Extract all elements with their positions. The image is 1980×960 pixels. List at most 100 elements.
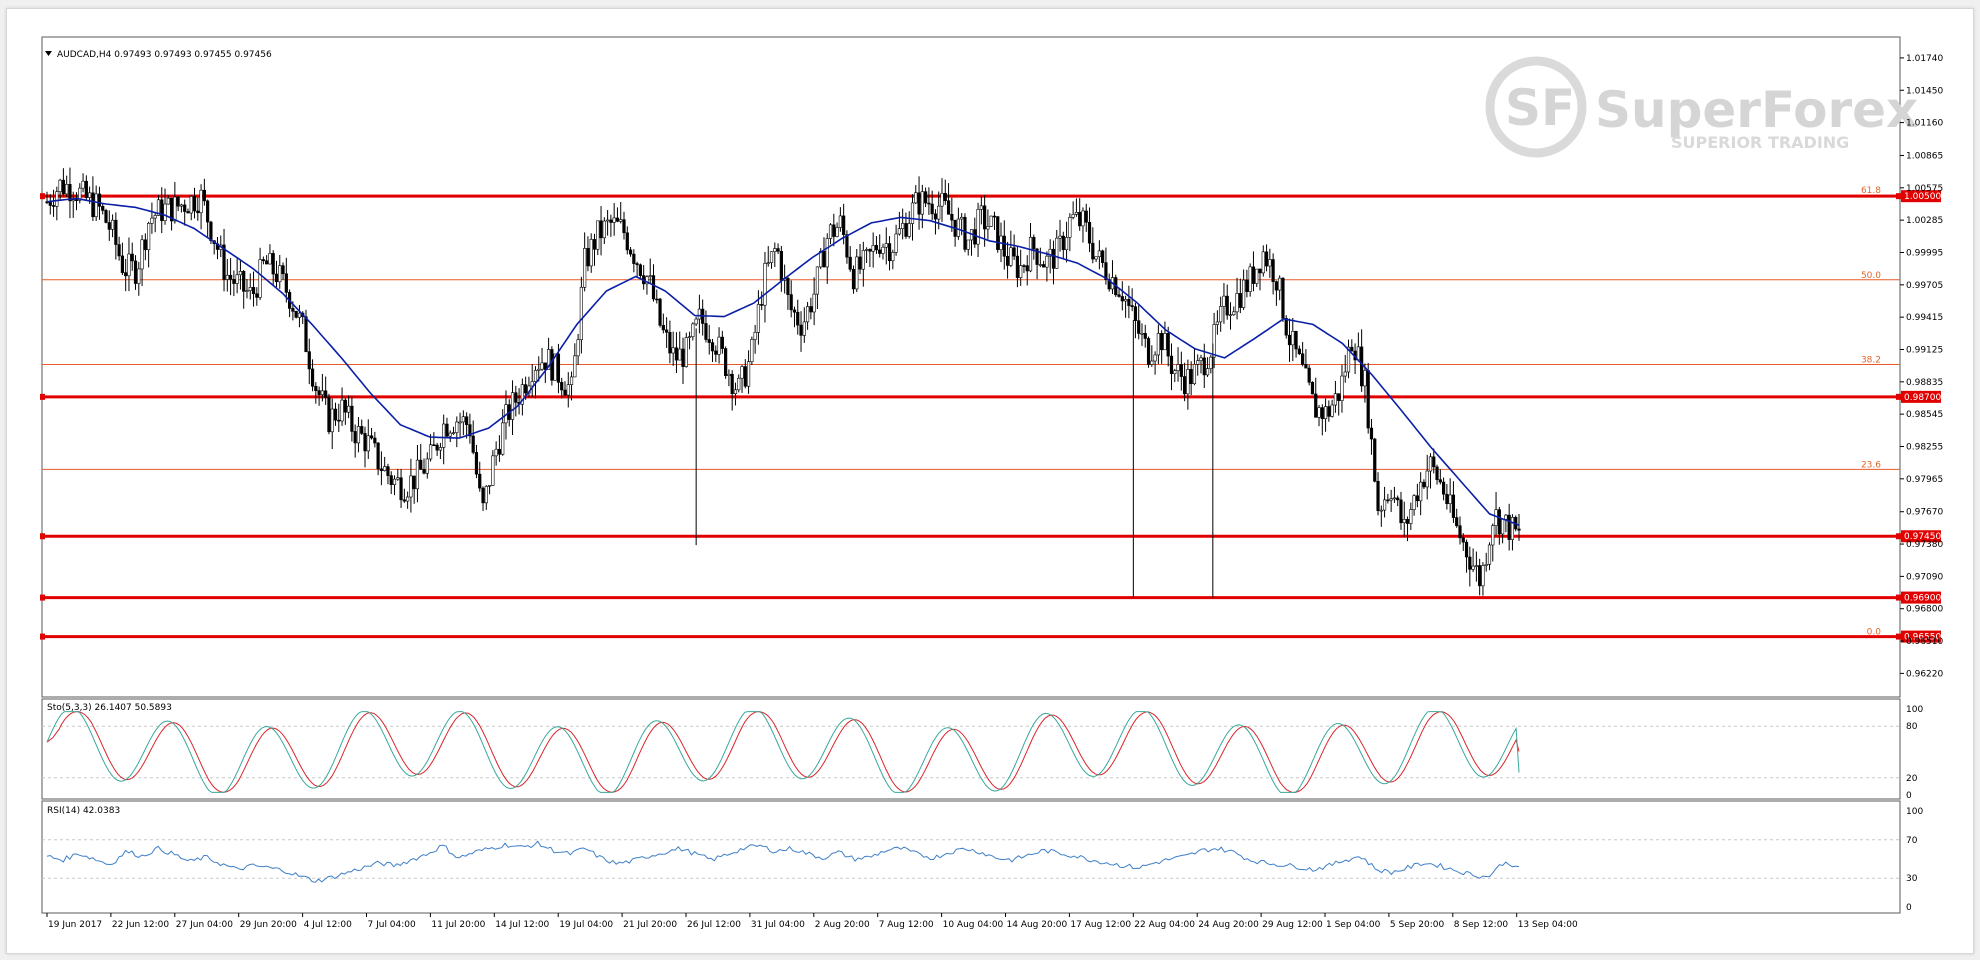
candle-body bbox=[710, 342, 715, 352]
time-tick-label: 24 Aug 20:00 bbox=[1198, 920, 1259, 930]
candle-body bbox=[1137, 320, 1141, 334]
candle-body bbox=[927, 202, 931, 205]
candle-body bbox=[661, 324, 665, 331]
candle-body bbox=[697, 308, 702, 320]
candle-body bbox=[537, 368, 541, 371]
time-tick-label: 13 Sep 04:00 bbox=[1518, 920, 1578, 930]
candle-body bbox=[612, 217, 616, 223]
candle-body bbox=[556, 353, 561, 383]
fib-level-label: 50.0 bbox=[1861, 271, 1881, 281]
candle-body bbox=[1468, 556, 1472, 570]
candle-body bbox=[1061, 235, 1065, 251]
candle-body bbox=[333, 408, 338, 421]
candle-body bbox=[773, 248, 777, 252]
candle-body bbox=[1356, 346, 1360, 361]
candle-body bbox=[1264, 251, 1269, 267]
candle-body bbox=[97, 193, 102, 207]
candle-body bbox=[1330, 404, 1334, 417]
candle-body bbox=[366, 435, 370, 452]
candle-body bbox=[586, 248, 590, 267]
candle-body bbox=[606, 219, 610, 222]
chart-window: SF SuperForex SUPERIOR TRADING 61.8 50.0 3… bbox=[6, 8, 1974, 954]
candle-body bbox=[245, 290, 249, 292]
candle-body bbox=[1507, 514, 1511, 540]
candle-body bbox=[494, 448, 498, 457]
candle-body bbox=[491, 455, 495, 486]
candle-body bbox=[1369, 427, 1374, 440]
chart-canvas[interactable]: SF SuperForex SUPERIOR TRADING 61.8 50.0 3… bbox=[7, 9, 1973, 953]
candle-body bbox=[950, 213, 954, 221]
time-tick-label: 19 Jul 04:00 bbox=[559, 920, 613, 930]
candle-body bbox=[514, 392, 518, 403]
candle-body bbox=[392, 478, 397, 485]
time-tick-label: 10 Aug 04:00 bbox=[943, 920, 1004, 930]
candle-body bbox=[1287, 334, 1292, 346]
candle-body bbox=[799, 324, 803, 336]
candle-body bbox=[956, 218, 960, 237]
time-tick-label: 17 Aug 12:00 bbox=[1070, 920, 1131, 930]
candle-body bbox=[84, 180, 88, 198]
candle-body bbox=[1478, 565, 1482, 587]
candle-body bbox=[127, 253, 131, 277]
candle-body bbox=[1084, 210, 1088, 223]
candle-body bbox=[871, 245, 875, 252]
candle-body bbox=[1297, 348, 1301, 355]
candle-body bbox=[1130, 305, 1134, 307]
candle-body bbox=[792, 309, 797, 313]
candle-body bbox=[1101, 250, 1105, 263]
candle-body bbox=[596, 220, 600, 250]
candle-body bbox=[973, 229, 977, 245]
candle-body bbox=[1183, 376, 1187, 395]
candle-body bbox=[832, 224, 836, 237]
candle-body bbox=[379, 468, 383, 471]
candle-body bbox=[1517, 528, 1521, 531]
candle-body bbox=[1071, 214, 1075, 218]
candle-body bbox=[455, 421, 459, 433]
candle-body bbox=[1379, 509, 1383, 512]
price-tick-label: 0.99995 bbox=[1906, 248, 1943, 258]
candle-body bbox=[1064, 237, 1069, 251]
level-anchor-marker bbox=[40, 393, 45, 400]
candle-body bbox=[901, 223, 905, 229]
candle-body bbox=[1333, 393, 1338, 406]
candle-body bbox=[1225, 295, 1229, 316]
stochastic-label: Sto(5,3,3) 26.1407 50.5893 bbox=[47, 703, 172, 713]
candle-body bbox=[1409, 509, 1413, 524]
dropdown-arrow-icon[interactable] bbox=[45, 51, 52, 56]
superforex-watermark: SF SuperForex SUPERIOR TRADING bbox=[1485, 56, 1918, 158]
candle-body bbox=[1245, 279, 1249, 292]
candle-body bbox=[740, 366, 744, 379]
candle-body bbox=[317, 390, 321, 395]
candle-body bbox=[310, 368, 315, 387]
candle-body bbox=[1448, 494, 1452, 504]
candle-body bbox=[655, 298, 659, 301]
candle-body bbox=[422, 469, 426, 474]
candle-body bbox=[278, 265, 282, 283]
candle-body bbox=[1032, 236, 1036, 250]
candle-body bbox=[1153, 354, 1157, 362]
time-tick-label: 22 Aug 04:00 bbox=[1134, 920, 1195, 930]
candle-body bbox=[1366, 370, 1370, 429]
price-tick-label: 0.96220 bbox=[1906, 669, 1943, 679]
price-tag-label: 0.96900 bbox=[1904, 594, 1941, 604]
candle-body bbox=[864, 249, 869, 251]
stoch-main-line bbox=[46, 711, 1520, 793]
candle-body bbox=[1015, 255, 1020, 278]
candle-body bbox=[979, 205, 983, 210]
stoch-axis-label: 100 bbox=[1906, 705, 1923, 715]
candle-body bbox=[1301, 353, 1305, 365]
price-tick-label: 1.01740 bbox=[1906, 54, 1943, 64]
symbol-info: AUDCAD,H4 0.97493 0.97493 0.97455 0.9745… bbox=[57, 50, 272, 60]
price-tick-label: 0.96510 bbox=[1906, 637, 1943, 647]
fib-level-label: 23.6 bbox=[1861, 460, 1881, 470]
candle-body bbox=[94, 193, 98, 218]
candle-body bbox=[497, 448, 502, 455]
candle-body bbox=[842, 215, 846, 235]
candle-body bbox=[1432, 456, 1436, 468]
candle-body bbox=[1274, 281, 1278, 291]
time-tick-label: 5 Sep 20:00 bbox=[1390, 920, 1445, 930]
candle-body bbox=[1038, 264, 1042, 266]
candle-body bbox=[350, 405, 354, 432]
watermark-brand: SuperForex bbox=[1595, 81, 1918, 139]
candle-body bbox=[428, 444, 433, 460]
